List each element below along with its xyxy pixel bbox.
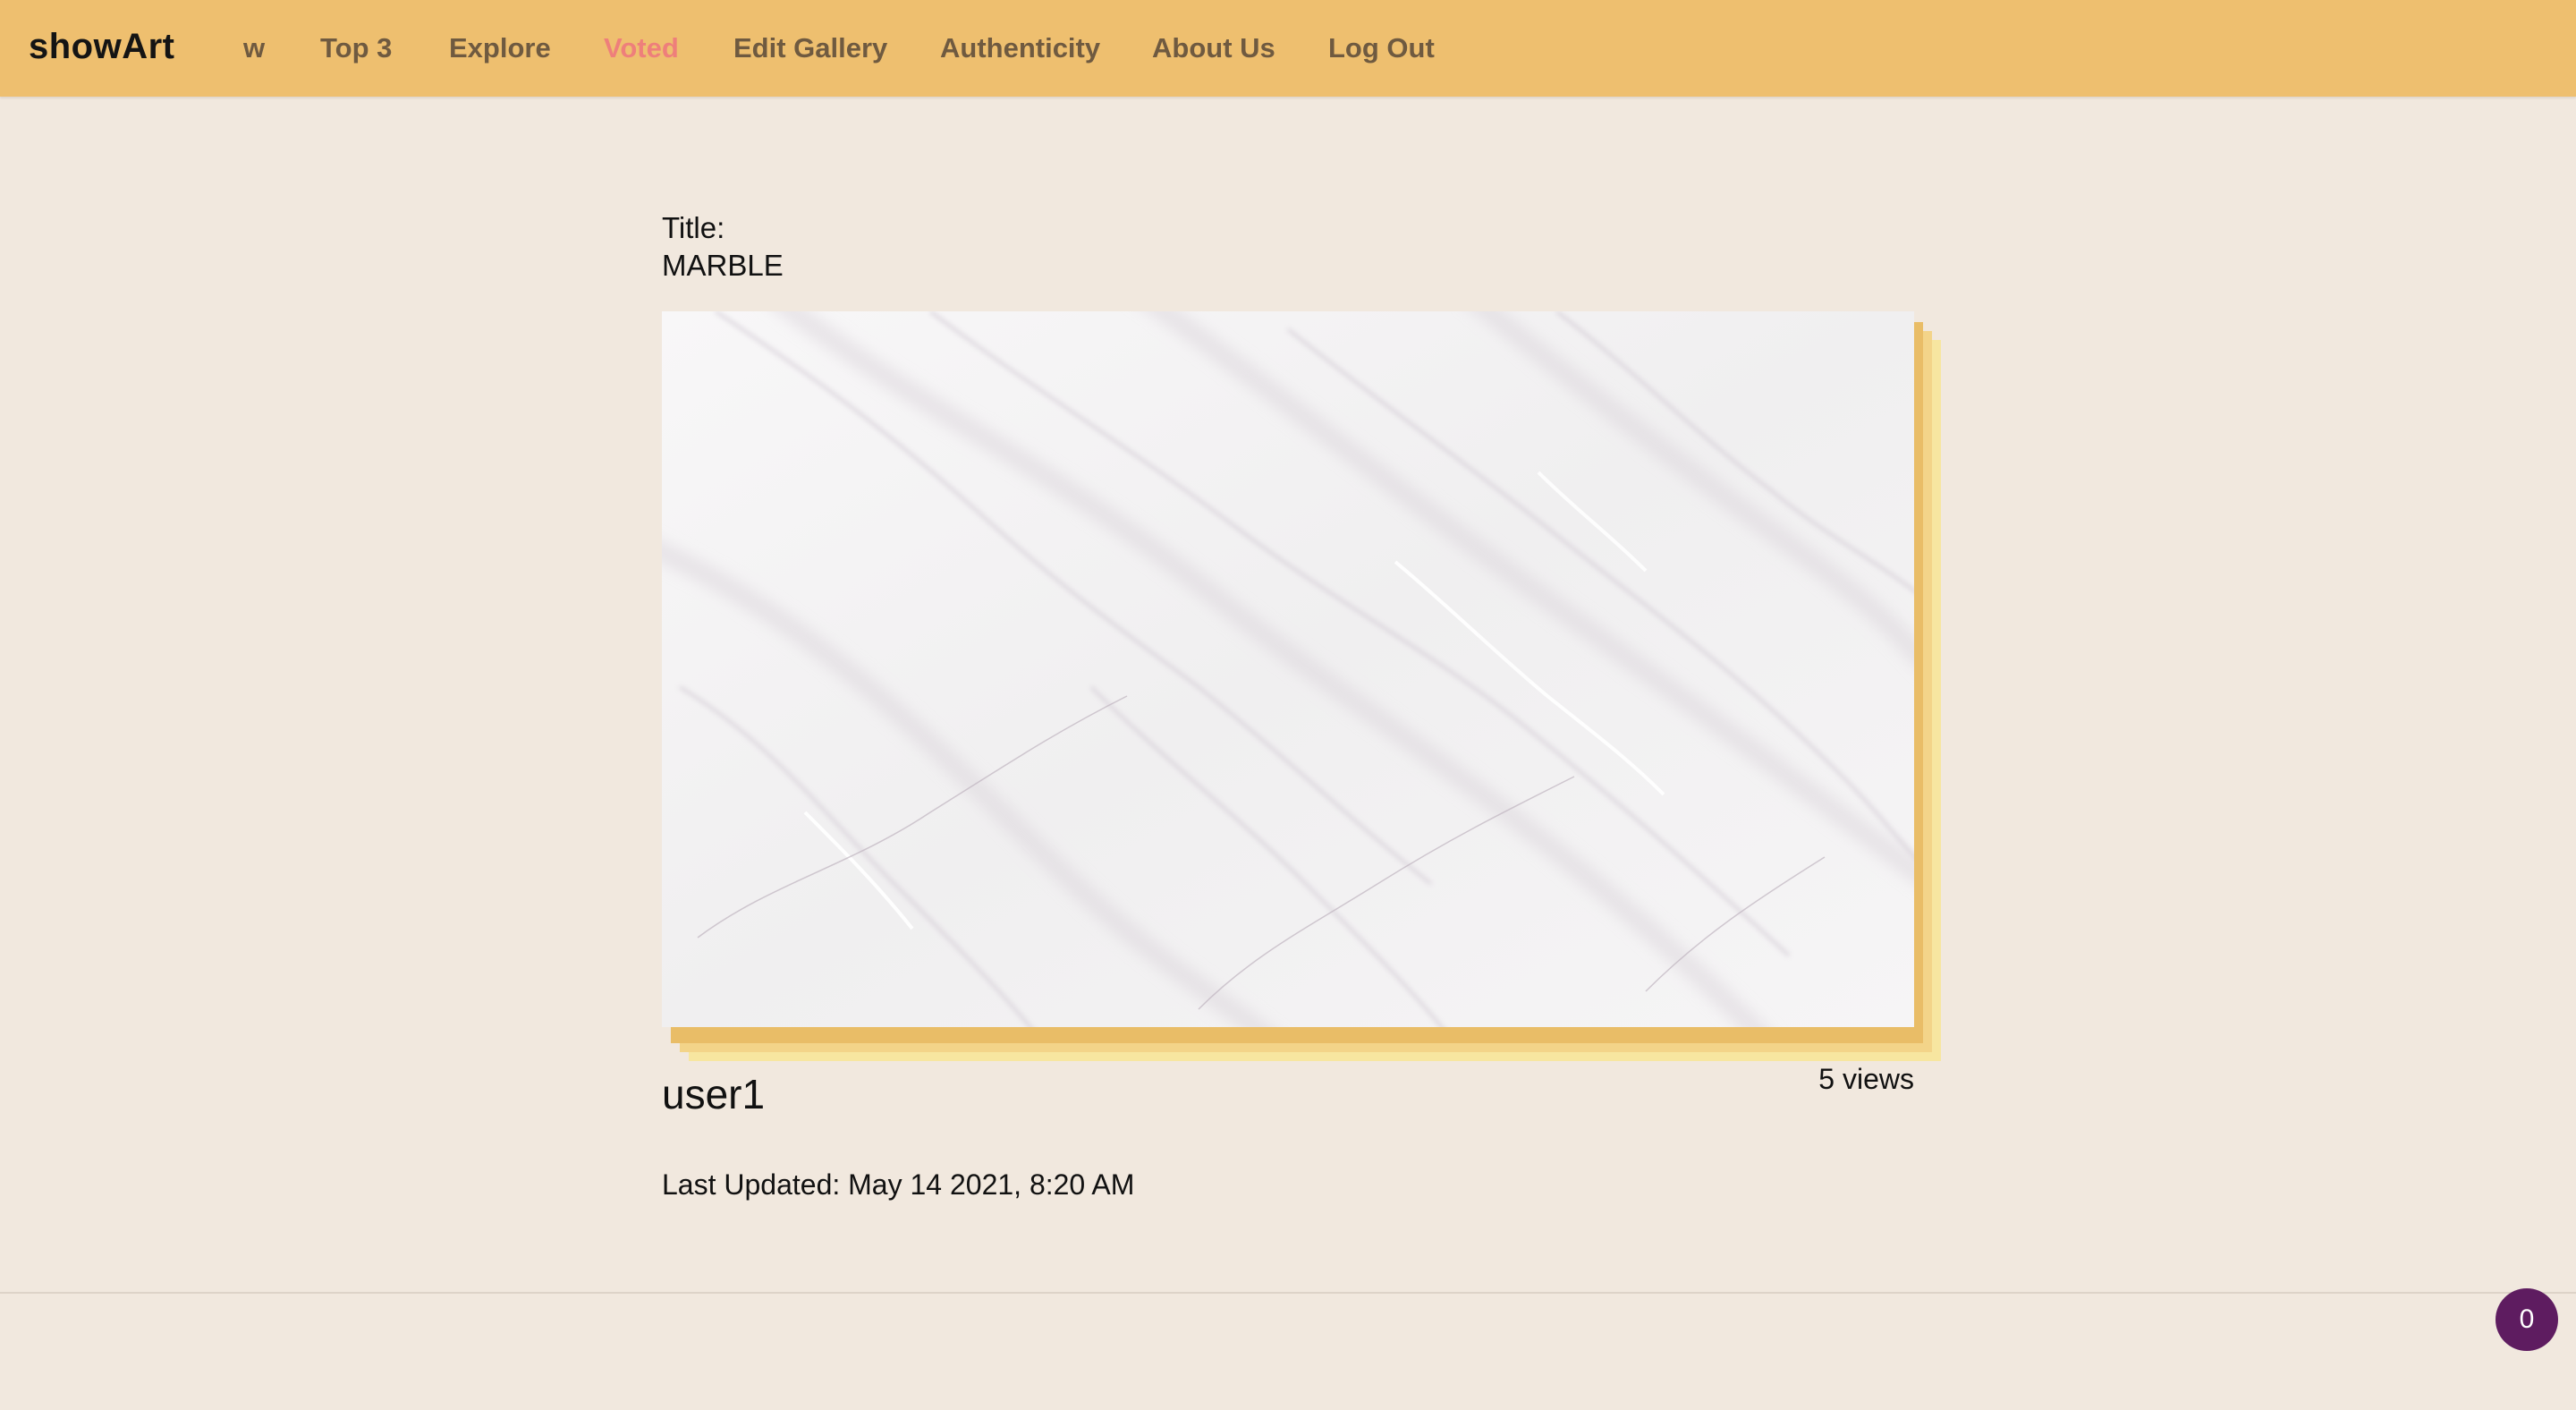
nav-link-edit-gallery[interactable]: Edit Gallery [733, 32, 887, 64]
nav-link-explore[interactable]: Explore [449, 32, 551, 64]
artwork-title-label: Title: [662, 211, 725, 244]
brand-logo-link[interactable]: showArt [29, 27, 175, 67]
nav-link-top-3[interactable]: Top 3 [320, 32, 392, 64]
top-navbar: showArt w Top 3 Explore Voted Edit Galle… [0, 0, 2576, 97]
last-updated-text: Last Updated: May 14 2021, 8:20 AM [662, 1168, 1135, 1201]
artwork-title: MARBLE [662, 249, 784, 282]
vote-count-badge[interactable]: 0 [2496, 1288, 2558, 1351]
nav-link-authenticity[interactable]: Authenticity [940, 32, 1100, 64]
nav-link-voted[interactable]: Voted [604, 32, 679, 64]
artwork-image[interactable] [662, 311, 1914, 1027]
nav-link-w[interactable]: w [243, 32, 265, 64]
marble-texture-image [662, 311, 1914, 1027]
artwork-author-link[interactable]: user1 [662, 1070, 765, 1118]
footer-divider [0, 1292, 2576, 1294]
nav-link-about-us[interactable]: About Us [1152, 32, 1275, 64]
view-count: 5 views [1818, 1063, 1914, 1095]
nav-link-log-out[interactable]: Log Out [1328, 32, 1435, 64]
